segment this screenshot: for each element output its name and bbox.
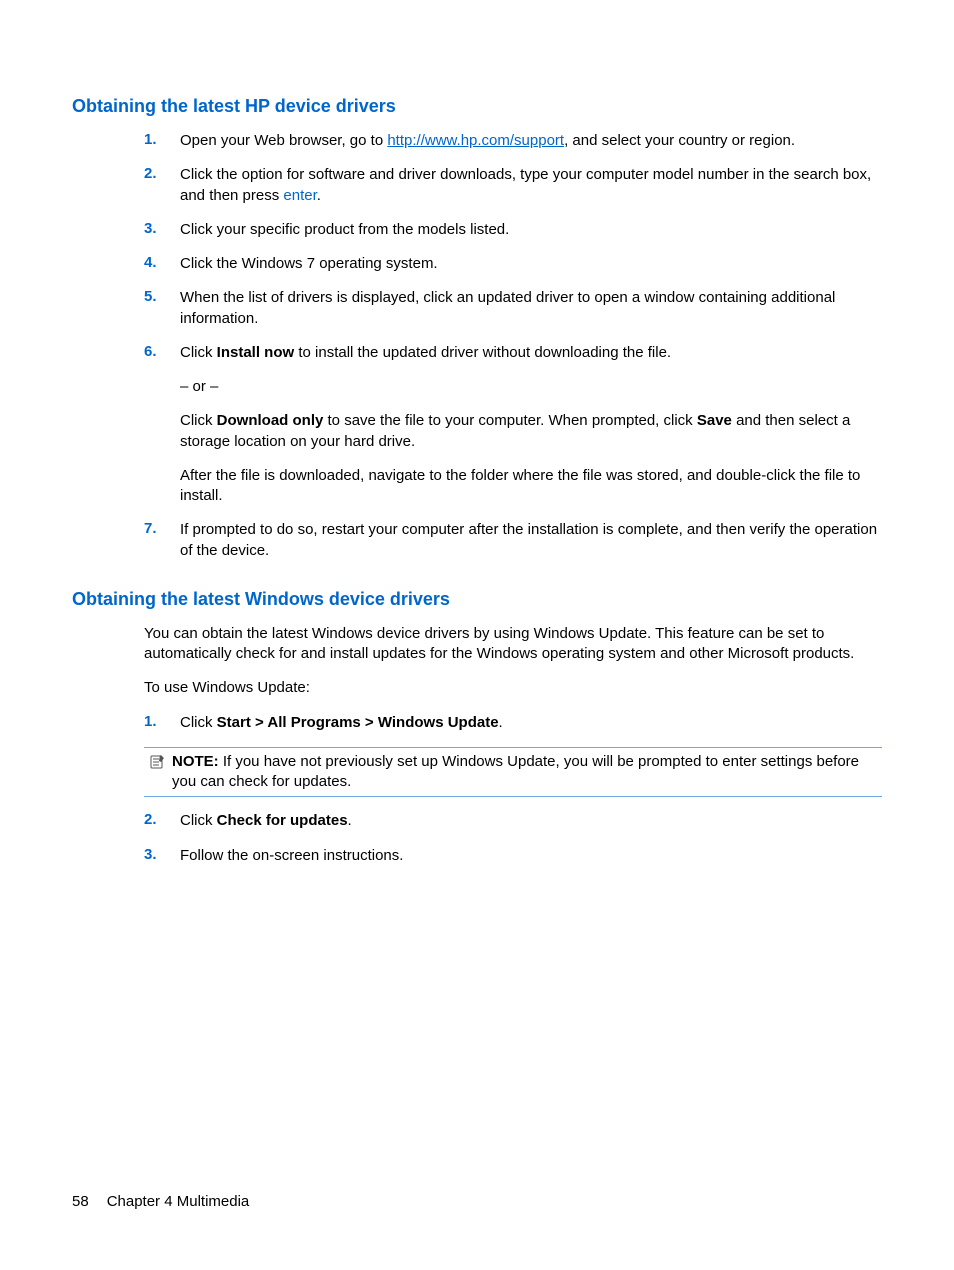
windows-update-steps: 1. Click Start > All Programs > Windows …: [144, 713, 882, 733]
support-link[interactable]: http://www.hp.com/support: [387, 132, 564, 149]
keyword-enter: enter: [283, 187, 316, 204]
step-body: Click your specific product from the mod…: [180, 220, 882, 240]
note-block: NOTE: If you have not previously set up …: [144, 747, 882, 798]
section-heading-windows-drivers: Obtaining the latest Windows device driv…: [72, 589, 882, 610]
or-separator: – or –: [180, 377, 882, 397]
text: .: [499, 714, 503, 731]
page-number: 58: [72, 1193, 89, 1210]
text: Click: [180, 714, 217, 731]
step-number: 1.: [144, 131, 180, 151]
page-footer: 58 Chapter 4 Multimedia: [72, 1193, 249, 1210]
text: to save the file to your computer. When …: [323, 412, 697, 429]
bold-start-path: Start > All Programs > Windows Update: [217, 714, 499, 731]
list-item: 2. Click the option for software and dri…: [144, 165, 882, 206]
step-body: If prompted to do so, restart your compu…: [180, 520, 882, 561]
list-item: 4. Click the Windows 7 operating system.: [144, 254, 882, 274]
step-body: Click Start > All Programs > Windows Upd…: [180, 713, 882, 733]
text: .: [317, 187, 321, 204]
text: Click: [180, 412, 217, 429]
document-page: Obtaining the latest HP device drivers 1…: [0, 0, 954, 1270]
step-number: 2.: [144, 811, 180, 831]
bold-check-updates: Check for updates: [217, 812, 348, 829]
note-text: If you have not previously set up Window…: [172, 753, 859, 790]
text: .: [348, 812, 352, 829]
list-item: 7. If prompted to do so, restart your co…: [144, 520, 882, 561]
step-body: Click Install now to install the updated…: [180, 343, 882, 507]
step-number: 6.: [144, 343, 180, 507]
text: to install the updated driver without do…: [294, 344, 671, 361]
windows-update-steps-cont: 2. Click Check for updates. 3. Follow th…: [144, 811, 882, 866]
note-body: NOTE: If you have not previously set up …: [172, 752, 882, 793]
step-body: When the list of drivers is displayed, c…: [180, 288, 882, 329]
list-item: 3. Click your specific product from the …: [144, 220, 882, 240]
text: Click: [180, 344, 217, 361]
text: Open your Web browser, go to: [180, 132, 387, 149]
step-number: 7.: [144, 520, 180, 561]
step-body: Click the Windows 7 operating system.: [180, 254, 882, 274]
bold-download-only: Download only: [217, 412, 324, 429]
step-body: Follow the on-screen instructions.: [180, 846, 882, 866]
section-heading-hp-drivers: Obtaining the latest HP device drivers: [72, 96, 882, 117]
step-body: Click Check for updates.: [180, 811, 882, 831]
list-item: 1. Open your Web browser, go to http://w…: [144, 131, 882, 151]
bold-install-now: Install now: [217, 344, 295, 361]
step-number: 1.: [144, 713, 180, 733]
list-item: 5. When the list of drivers is displayed…: [144, 288, 882, 329]
text: After the file is downloaded, navigate t…: [180, 466, 882, 507]
step-number: 4.: [144, 254, 180, 274]
chapter-label: Chapter 4 Multimedia: [107, 1193, 250, 1210]
step-number: 5.: [144, 288, 180, 329]
note-icon: [144, 752, 172, 770]
list-item: 3. Follow the on-screen instructions.: [144, 846, 882, 866]
list-item: 6. Click Install now to install the upda…: [144, 343, 882, 507]
step-body: Open your Web browser, go to http://www.…: [180, 131, 882, 151]
step-body: Click the option for software and driver…: [180, 165, 882, 206]
bold-save: Save: [697, 412, 732, 429]
hp-drivers-steps: 1. Open your Web browser, go to http://w…: [144, 131, 882, 561]
note-label: NOTE:: [172, 753, 219, 770]
list-item: 2. Click Check for updates.: [144, 811, 882, 831]
text: , and select your country or region.: [564, 132, 795, 149]
step-number: 3.: [144, 846, 180, 866]
list-item: 1. Click Start > All Programs > Windows …: [144, 713, 882, 733]
intro-paragraph: To use Windows Update:: [144, 678, 882, 698]
text: Click: [180, 812, 217, 829]
step-number: 3.: [144, 220, 180, 240]
intro-paragraph: You can obtain the latest Windows device…: [144, 624, 882, 665]
step-number: 2.: [144, 165, 180, 206]
